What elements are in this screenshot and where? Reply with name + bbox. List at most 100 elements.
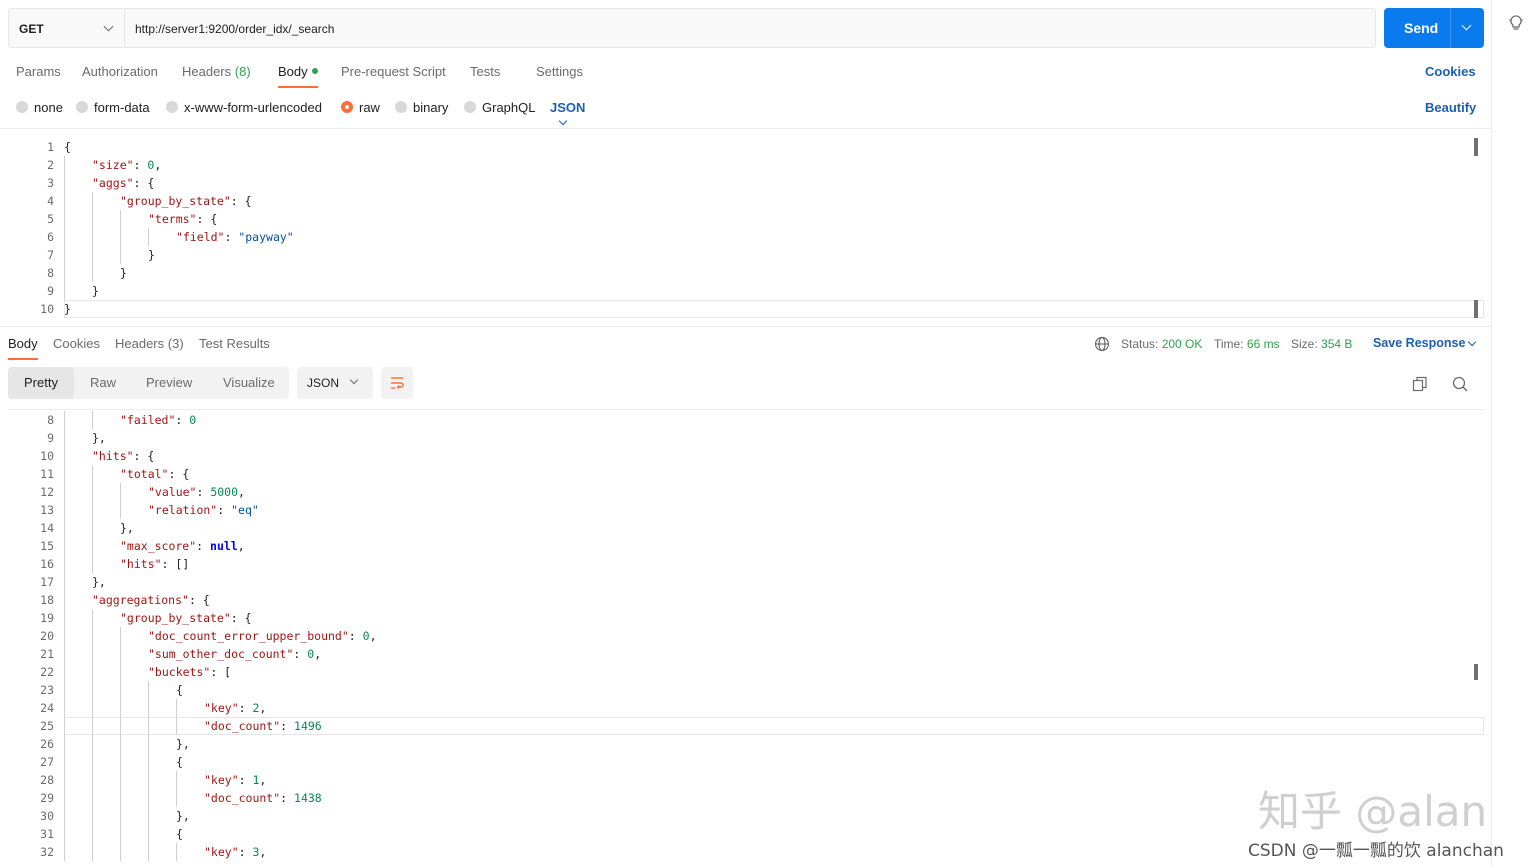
code-text: "doc_count": 1438: [204, 789, 322, 807]
copy-icon[interactable]: [1411, 375, 1429, 393]
code-text: },: [92, 429, 106, 447]
line-number: 19: [40, 611, 54, 625]
send-button[interactable]: Send: [1384, 8, 1484, 48]
code-token: :: [293, 647, 308, 661]
indent-guide: [64, 447, 65, 465]
code-token: {: [176, 827, 183, 841]
indent-guide: [120, 483, 121, 501]
code-text: "hits": []: [120, 555, 189, 573]
code-text: "key": 3,: [204, 843, 266, 861]
code-text: "failed": 0: [120, 411, 196, 429]
line-number: 24: [40, 701, 54, 715]
code-token: :: [238, 773, 253, 787]
divider: [8, 409, 1484, 410]
send-options-chevron-icon[interactable]: [1461, 20, 1472, 31]
chevron-down-icon[interactable]: [1467, 337, 1477, 347]
code-text: "sum_other_doc_count": 0,: [148, 645, 321, 663]
response-scrollbar[interactable]: [1474, 664, 1478, 680]
tab-settings[interactable]: Settings: [536, 64, 583, 79]
indent-guide: [148, 807, 149, 825]
code-token: {: [176, 755, 183, 769]
language-label: JSON: [550, 100, 586, 115]
indent-guide: [120, 228, 121, 246]
view-raw[interactable]: Raw: [90, 375, 116, 390]
indent-guide: [64, 843, 65, 861]
lightbulb-icon[interactable]: [1508, 14, 1524, 32]
beautify-link[interactable]: Beautify: [1425, 100, 1476, 115]
code-token: : {: [188, 593, 210, 607]
code-token: : {: [230, 194, 252, 208]
tab-response-body[interactable]: Body: [8, 336, 38, 351]
response-view-tabs: Pretty Raw Preview Visualize: [8, 367, 289, 399]
code-text: },: [92, 573, 106, 591]
view-pretty[interactable]: Pretty: [24, 375, 58, 390]
globe-icon[interactable]: [1094, 336, 1110, 352]
tab-test-results[interactable]: Test Results: [199, 336, 270, 351]
headers-count: (8): [234, 64, 251, 79]
wrap-lines-button[interactable]: [381, 367, 413, 399]
radio-circle-selected: [341, 101, 353, 113]
tab-prerequest-script[interactable]: Pre-request Script: [341, 64, 446, 79]
tab-response-cookies[interactable]: Cookies: [53, 336, 100, 351]
request-body-editor[interactable]: 1{2 "size": 0, 3 "aggs": {4 "group_by_state"…: [8, 138, 1484, 320]
language-select[interactable]: JSON: [550, 100, 585, 130]
line-number: 7: [47, 248, 54, 262]
code-token: 0: [189, 413, 197, 427]
status-label: Status:: [1121, 337, 1159, 351]
indent-guide: [64, 501, 65, 519]
tab-params[interactable]: Params: [16, 64, 61, 79]
search-icon[interactable]: [1451, 375, 1469, 393]
view-preview[interactable]: Preview: [146, 375, 192, 390]
line-number: 12: [40, 485, 54, 499]
response-format-select[interactable]: JSON: [297, 367, 373, 399]
tab-headers-label: Headers: [182, 64, 232, 79]
indent-guide: [148, 699, 149, 717]
code-text: {: [176, 753, 183, 771]
editor-scrollbar-bottom[interactable]: [1474, 300, 1478, 318]
code-token: :: [238, 845, 253, 859]
line-number: 11: [40, 467, 54, 481]
tab-response-headers[interactable]: Headers (3): [115, 336, 184, 351]
indent-guide: [64, 246, 65, 264]
line-number: 1: [47, 140, 54, 154]
code-token: 1438: [294, 791, 322, 805]
radio-binary[interactable]: binary: [395, 100, 448, 115]
method-select[interactable]: GET: [8, 8, 124, 48]
indent-guide: [64, 429, 65, 447]
divider: [0, 128, 1491, 129]
size-value: 354 B: [1321, 337, 1353, 351]
zhihu-watermark: 知乎 @alan: [1258, 787, 1488, 836]
tab-body[interactable]: Body: [278, 64, 318, 79]
indent-guide: [64, 192, 65, 210]
indent-guide: [120, 825, 121, 843]
code-token: ,: [238, 485, 245, 499]
radio-none[interactable]: none: [16, 100, 63, 115]
tab-tests[interactable]: Tests: [470, 64, 500, 79]
indent-guide: [92, 717, 93, 735]
cookies-link[interactable]: Cookies: [1425, 64, 1476, 79]
csdn-watermark: CSDN @一瓢一瓢的饮 alanchan: [1248, 841, 1504, 861]
line-number: 16: [40, 557, 54, 571]
indent-guide: [120, 210, 121, 228]
indent-guide: [92, 228, 93, 246]
view-visualize[interactable]: Visualize: [223, 375, 275, 390]
code-token: "key": [204, 701, 239, 715]
code-token: null: [210, 539, 238, 553]
tab-headers[interactable]: Headers (8): [182, 64, 251, 79]
save-response-button[interactable]: Save Response: [1373, 336, 1465, 350]
indent-guide: [64, 825, 65, 843]
code-token: },: [120, 521, 134, 535]
radio-graphql[interactable]: GraphQL: [464, 100, 535, 115]
time-label: Time:: [1214, 337, 1244, 351]
indent-guide: [64, 717, 65, 735]
tab-authorization[interactable]: Authorization: [82, 64, 158, 79]
indent-guide: [92, 264, 93, 282]
line-number: 10: [40, 449, 54, 463]
line-number: 32: [40, 845, 54, 859]
radio-raw[interactable]: raw: [341, 100, 380, 115]
url-input[interactable]: http://server1:9200/order_idx/_search: [124, 8, 1376, 48]
radio-circle: [76, 101, 88, 113]
radio-urlencoded[interactable]: x-www-form-urlencoded: [166, 100, 322, 115]
radio-form-data[interactable]: form-data: [76, 100, 150, 115]
editor-scrollbar-top[interactable]: [1474, 138, 1478, 156]
